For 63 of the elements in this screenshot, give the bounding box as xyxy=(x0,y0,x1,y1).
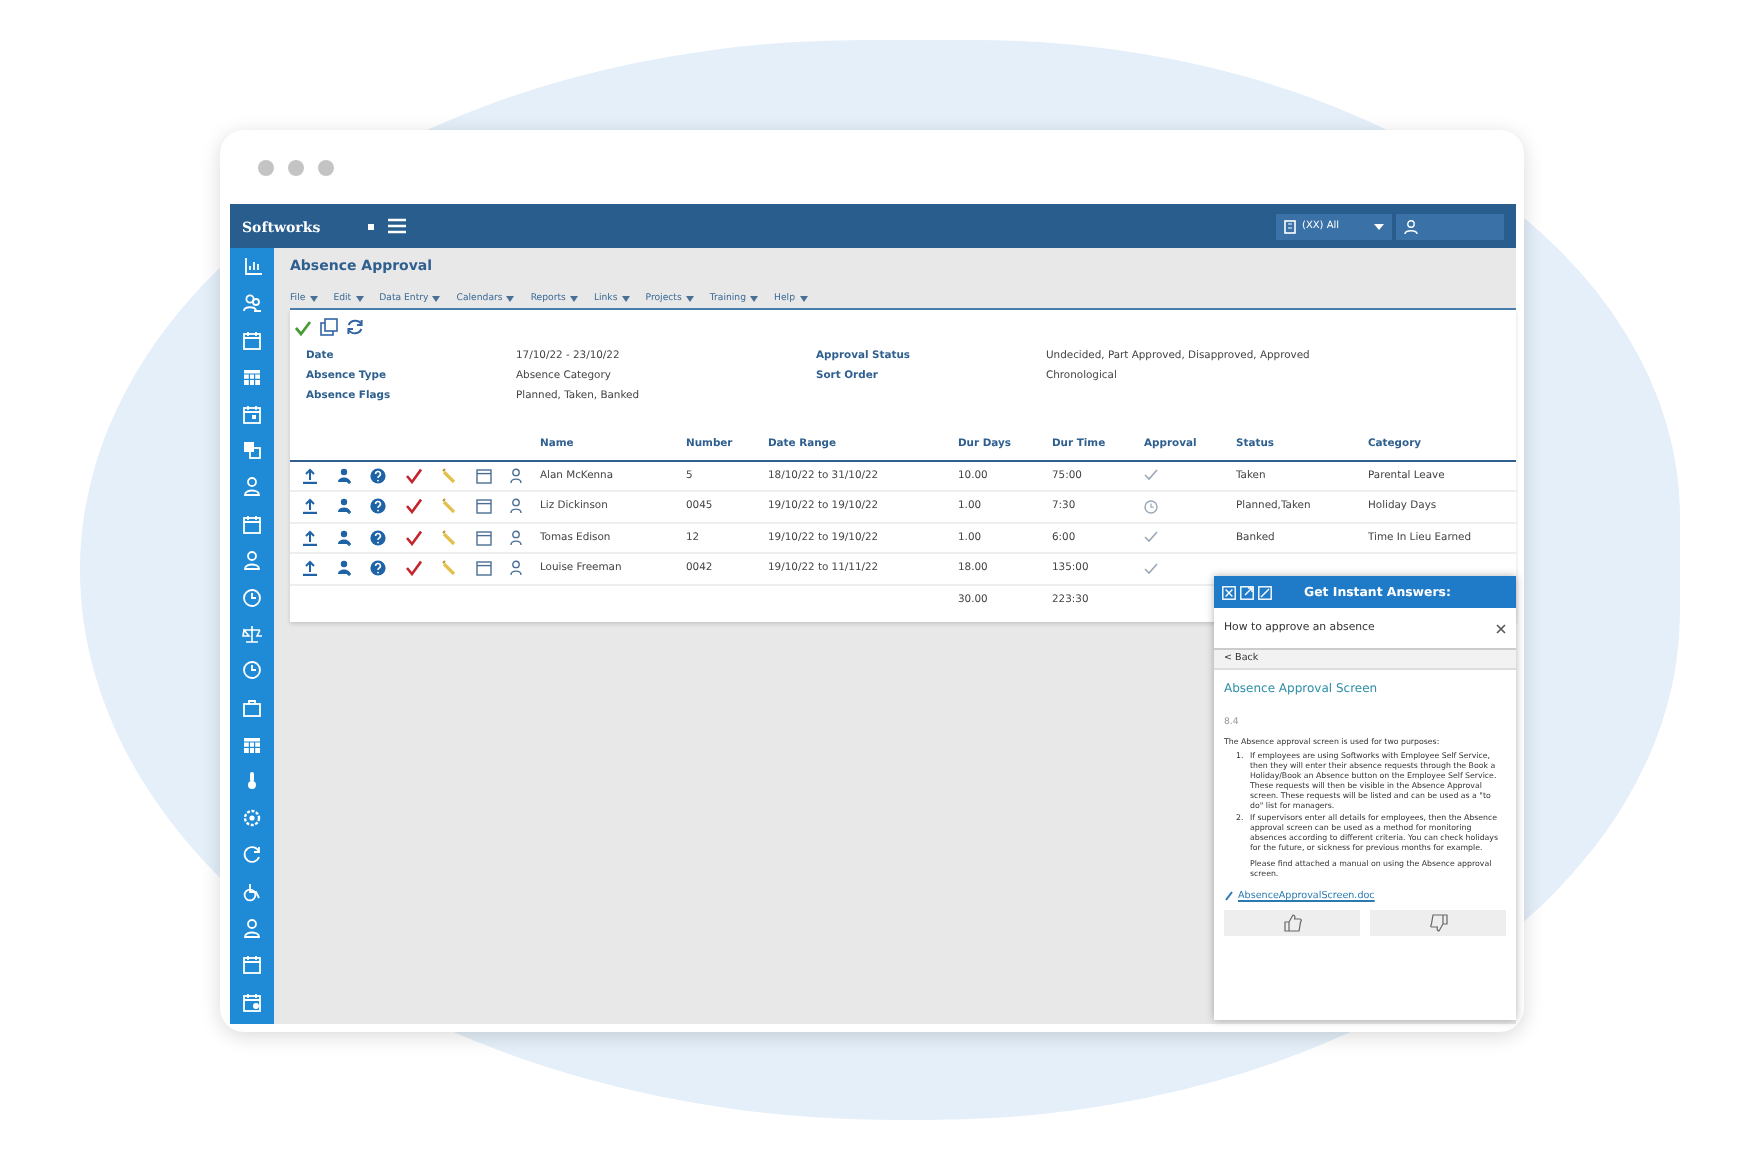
building-icon xyxy=(1284,219,1296,233)
upload-icon[interactable] xyxy=(302,467,318,484)
thumbs-up-icon xyxy=(1283,914,1301,933)
caret-icon xyxy=(432,295,441,301)
window-dot-icon xyxy=(258,159,274,175)
person-icon[interactable] xyxy=(508,498,524,515)
person-add-icon[interactable] xyxy=(336,529,352,546)
clock-icon[interactable] xyxy=(242,660,262,681)
upload-icon[interactable] xyxy=(302,529,318,546)
calendar-icon[interactable] xyxy=(476,560,492,577)
person-add-icon[interactable] xyxy=(336,467,352,484)
thermometer-icon[interactable] xyxy=(242,770,262,791)
clock-icon[interactable] xyxy=(242,587,262,608)
calendar-icon[interactable] xyxy=(476,529,492,546)
person-icon xyxy=(1404,219,1418,233)
caret-icon xyxy=(750,295,759,301)
expand-icon[interactable] xyxy=(1258,585,1272,599)
thumbs-up-button[interactable] xyxy=(1224,910,1360,937)
caret-icon xyxy=(685,295,694,301)
window-dot-icon xyxy=(318,159,334,175)
check-icon[interactable] xyxy=(294,319,312,335)
person-icon[interactable] xyxy=(508,467,524,484)
caret-icon xyxy=(799,295,807,301)
wheelchair-icon[interactable] xyxy=(242,881,262,902)
person-icon[interactable] xyxy=(242,918,262,939)
thumbs-down-button[interactable] xyxy=(1370,910,1506,937)
person-add-icon[interactable] xyxy=(336,560,352,577)
person-icon[interactable] xyxy=(242,550,262,571)
scales-icon[interactable] xyxy=(242,623,262,644)
briefcase-icon[interactable] xyxy=(242,697,262,718)
upload-icon[interactable] xyxy=(302,498,318,515)
calendar-icon[interactable] xyxy=(476,498,492,515)
caret-icon xyxy=(309,295,318,301)
refresh-icon[interactable] xyxy=(346,318,364,336)
calendar-grid-icon[interactable] xyxy=(242,366,262,387)
help-icon[interactable] xyxy=(370,467,386,484)
gear-icon[interactable] xyxy=(242,807,262,828)
caret-icon xyxy=(1374,223,1384,229)
person-add-icon[interactable] xyxy=(336,498,352,515)
person-icon[interactable] xyxy=(242,476,262,497)
person-icon[interactable] xyxy=(508,560,524,577)
people-icon[interactable] xyxy=(242,292,262,313)
calendar-icon[interactable] xyxy=(476,467,492,484)
user-button[interactable] xyxy=(1396,213,1504,239)
thumbs-down-icon xyxy=(1429,914,1447,933)
copy-icon[interactable] xyxy=(242,439,262,460)
caret-icon xyxy=(621,295,630,301)
help-icon[interactable] xyxy=(370,529,386,546)
help-icon[interactable] xyxy=(370,498,386,515)
copy-icon[interactable] xyxy=(320,318,338,336)
person-icon[interactable] xyxy=(508,529,524,546)
paperclip-icon xyxy=(1224,890,1234,903)
menu-icon[interactable] xyxy=(388,218,407,234)
chart-icon[interactable] xyxy=(242,256,262,276)
close-icon[interactable] xyxy=(1496,623,1506,633)
caret-icon xyxy=(569,295,578,301)
window-dot-icon xyxy=(288,159,304,175)
caret-icon xyxy=(355,295,364,301)
upload-icon[interactable] xyxy=(302,560,318,577)
caret-icon xyxy=(506,295,515,301)
calendar-grid-icon[interactable] xyxy=(242,734,262,755)
help-icon[interactable] xyxy=(370,560,386,577)
external-link-icon[interactable] xyxy=(1240,585,1254,599)
